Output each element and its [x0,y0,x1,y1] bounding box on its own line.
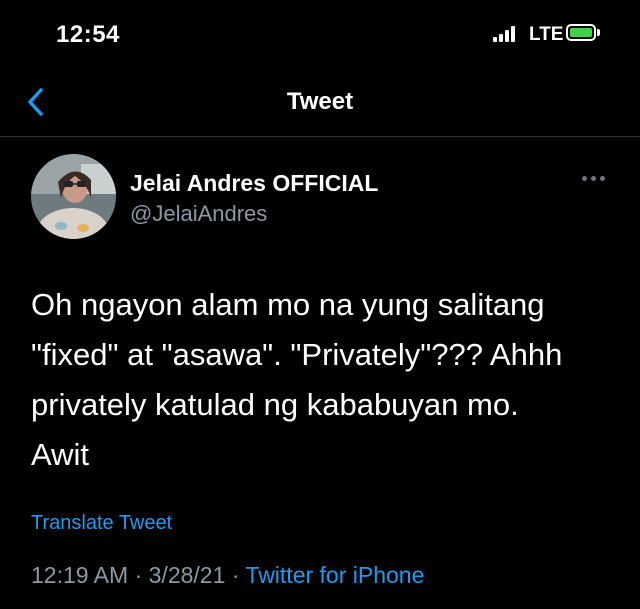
tweet-time: 12:19 AM [31,562,129,588]
meta-separator: · [225,562,246,588]
tweet-text: Oh ngayon alam mo na yung salitang "fixe… [31,287,563,472]
battery-icon [566,24,600,43]
network-type: LTE [529,24,564,45]
more-options-icon[interactable] [580,172,608,184]
author-display-name[interactable]: Jelai Andres OFFICIAL [130,170,378,197]
tweet-author: Jelai Andres OFFICIAL @JelaiAndres [0,150,640,250]
tweet-metadata: 12:19 AM · 3/28/21 · Twitter for iPhone [31,562,424,589]
avatar[interactable] [31,154,116,239]
navigation-bar: Tweet [0,70,640,137]
tweet-date: 3/28/21 [148,562,226,588]
translate-tweet-link[interactable]: Translate Tweet [31,512,172,535]
page-title: Tweet [286,88,354,115]
status-time: 12:54 [56,21,120,48]
cellular-signal-icon [493,26,519,42]
tweet-source-link[interactable]: Twitter for iPhone [245,562,424,588]
status-bar: 12:54 LTE [0,0,640,70]
meta-separator: · [128,562,149,588]
author-handle[interactable]: @JelaiAndres [130,201,267,227]
